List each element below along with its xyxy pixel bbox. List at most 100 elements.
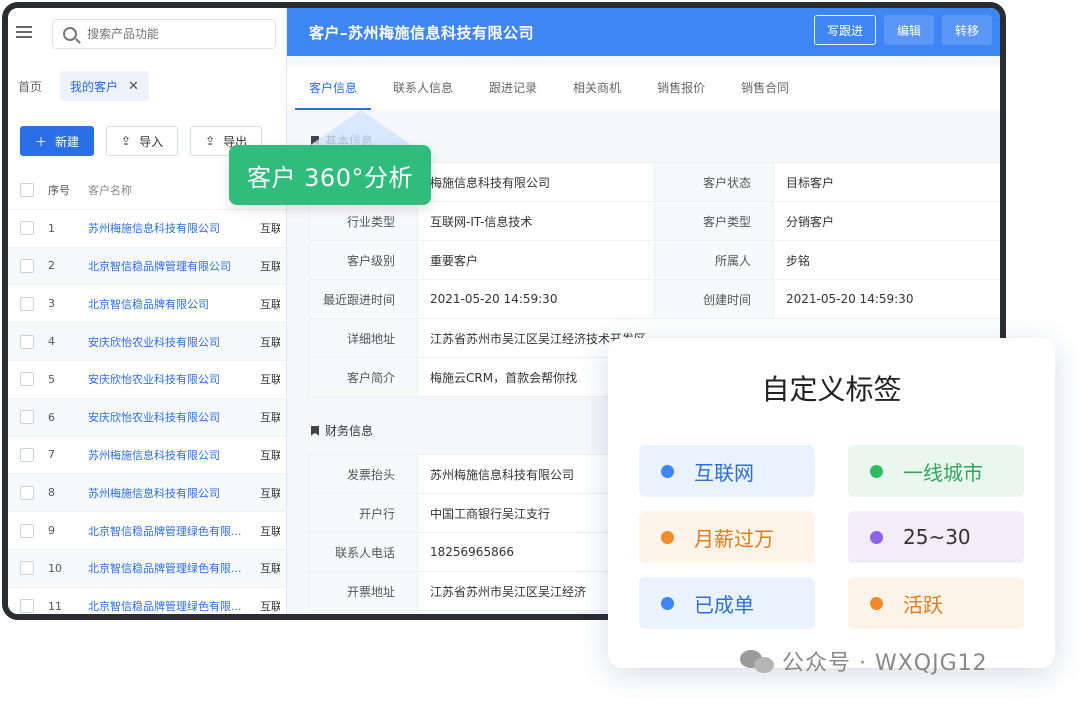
info-label: 联系人电话 [310,533,418,571]
tag-label: 活跃 [903,592,943,617]
table-row[interactable]: 5 安庆欣怡农业科技有限公司 互联 [8,361,286,399]
tag-label: 一线城市 [903,460,983,485]
table-row[interactable]: 8 苏州梅施信息科技有限公司 互联 [8,474,286,513]
plus-icon: ＋ [35,134,48,149]
tag-dot-icon [661,596,674,610]
tab-quotes[interactable]: 销售报价 [643,66,719,110]
table-row[interactable]: 6 安庆欣怡农业科技有限公司 互联 [8,398,286,437]
info-label: 客户简介 [310,358,418,396]
table-row[interactable]: 4 安庆欣怡农业科技有限公司 互联 [8,323,286,361]
info-label: 最近跟进时间 [310,280,418,318]
row-checkbox[interactable] [20,485,34,500]
row-industry: 互联 [260,297,280,311]
row-index: 4 [48,335,55,349]
table-row[interactable]: 9 北京智信稳品牌管理绿色有限... 互联 [8,512,286,550]
tab-my-customers-label: 我的客户 [70,79,119,94]
header-actions: 写跟进 编辑 转移 [813,15,992,45]
info-row: 最近跟进时间 2021-05-20 14:59:30 创建时间 2021-05-… [310,280,1000,319]
page-tabs: 首页 我的客户 ✕ [8,70,286,104]
tag-dot-icon [870,464,883,478]
tag-dot-icon [870,530,883,544]
customer-list-pane: 首页 我的客户 ✕ ＋ 新建 ⇪ 导入 ⇪ 导出 序号 [8,8,286,614]
row-checkbox[interactable] [20,372,34,387]
info-label: 客户状态 [654,163,774,201]
tab-home[interactable]: 首页 [18,78,42,95]
customer-name-link[interactable]: 安庆欣怡农业科技有限公司 [88,371,260,387]
customer-name-link[interactable]: 北京智信稳品牌管理绿色有限... [88,523,260,539]
customer-name-link[interactable]: 苏州梅施信息科技有限公司 [88,485,260,501]
tab-follow-records[interactable]: 跟进记录 [475,66,551,110]
row-industry: 互联 [260,411,280,425]
row-checkbox[interactable] [20,447,34,462]
tags-card-title: 自定义标签 [761,373,902,406]
select-all-checkbox[interactable] [20,183,34,198]
row-checkbox[interactable] [20,599,34,614]
info-value: 重要客户 [430,253,479,268]
close-icon[interactable]: ✕ [128,79,139,94]
row-index: 6 [48,410,55,424]
row-checkbox[interactable] [20,296,34,311]
tab-customer-info[interactable]: 客户信息 [295,66,372,110]
row-industry: 互联 [260,486,280,500]
tag-chip[interactable]: 25~30 [848,511,1024,563]
transfer-button[interactable]: 转移 [941,15,992,45]
customer-name-link[interactable]: 苏州梅施信息科技有限公司 [88,220,260,236]
finance-info-title: 财务信息 [311,422,373,439]
write-follow-button[interactable]: 写跟进 [813,15,876,45]
table-row[interactable]: 2 北京智信稳品牌管理有限公司 互联 [8,247,286,286]
search-icon [63,27,77,41]
tab-my-customers[interactable]: 我的客户 ✕ [60,71,149,101]
info-label: 客户级别 [310,241,418,279]
import-button-label: 导入 [139,134,164,149]
row-index: 7 [48,448,55,462]
tag-chip[interactable]: 月薪过万 [639,511,815,563]
index-header: 序号 [48,184,70,198]
table-row[interactable]: 7 苏州梅施信息科技有限公司 互联 [8,437,286,475]
info-label: 发票抬头 [310,455,418,493]
table-row[interactable]: 11 北京智信稳品牌管理绿色有限... 互联 [8,588,286,614]
list-toolbar: ＋ 新建 ⇪ 导入 ⇪ 导出 [20,126,263,156]
info-value: 2021-05-20 14:59:30 [786,292,914,306]
customer-table: 序号 客户名称 1 苏州梅施信息科技有限公司 互联 2 北京智信稳品牌管理有限公司 互联 3… [8,172,286,614]
tag-chip[interactable]: 已成单 [639,577,815,629]
customer-name-link[interactable]: 安庆欣怡农业科技有限公司 [88,334,260,350]
upload-icon: ⇪ [121,134,132,148]
row-checkbox[interactable] [20,561,34,576]
table-row[interactable]: 3 北京智信稳品牌有限公司 互联 [8,285,286,324]
tag-chip[interactable]: 一线城市 [848,445,1024,497]
edit-button[interactable]: 编辑 [883,15,934,45]
tag-chip[interactable]: 活跃 [848,577,1024,629]
row-checkbox[interactable] [20,523,34,538]
info-value: 互联网-IT-信息技术 [430,214,533,229]
customer-name-link[interactable]: 北京智信稳品牌管理有限公司 [88,258,260,274]
row-industry: 互联 [260,524,280,538]
tab-contracts[interactable]: 销售合同 [727,66,803,110]
table-row[interactable]: 1 苏州梅施信息科技有限公司 互联 [8,210,286,248]
row-index: 5 [48,372,55,386]
new-button[interactable]: ＋ 新建 [20,126,95,156]
info-label: 开票地址 [310,572,418,610]
customer-name-link[interactable]: 北京智信稳品牌管理绿色有限... [88,598,260,614]
watermark: 公众号 · WXQJG12 [740,645,988,677]
info-value: 分销客户 [786,214,835,229]
table-row[interactable]: 10 北京智信稳品牌管理绿色有限... 互联 [8,549,286,588]
customer-name-link[interactable]: 安庆欣怡农业科技有限公司 [88,409,260,425]
row-checkbox[interactable] [20,334,34,349]
callout-pointer [306,110,416,148]
tab-opportunities[interactable]: 相关商机 [559,66,635,110]
row-industry: 互联 [260,335,280,349]
search-box[interactable] [52,19,276,49]
menu-toggle-icon[interactable] [16,26,32,40]
row-checkbox[interactable] [20,258,34,273]
row-checkbox[interactable] [20,410,34,425]
customer-name-link[interactable]: 苏州梅施信息科技有限公司 [88,447,260,463]
row-checkbox[interactable] [20,221,34,236]
customer-name-link[interactable]: 北京智信稳品牌管理绿色有限... [88,560,260,576]
finance-info-label: 财务信息 [325,424,374,438]
tab-contacts[interactable]: 联系人信息 [379,66,467,110]
search-input[interactable] [85,26,239,42]
row-industry: 互联 [260,600,280,614]
tag-chip[interactable]: 互联网 [639,445,815,497]
customer-name-link[interactable]: 北京智信稳品牌有限公司 [88,296,260,312]
import-button[interactable]: ⇪ 导入 [106,126,179,156]
